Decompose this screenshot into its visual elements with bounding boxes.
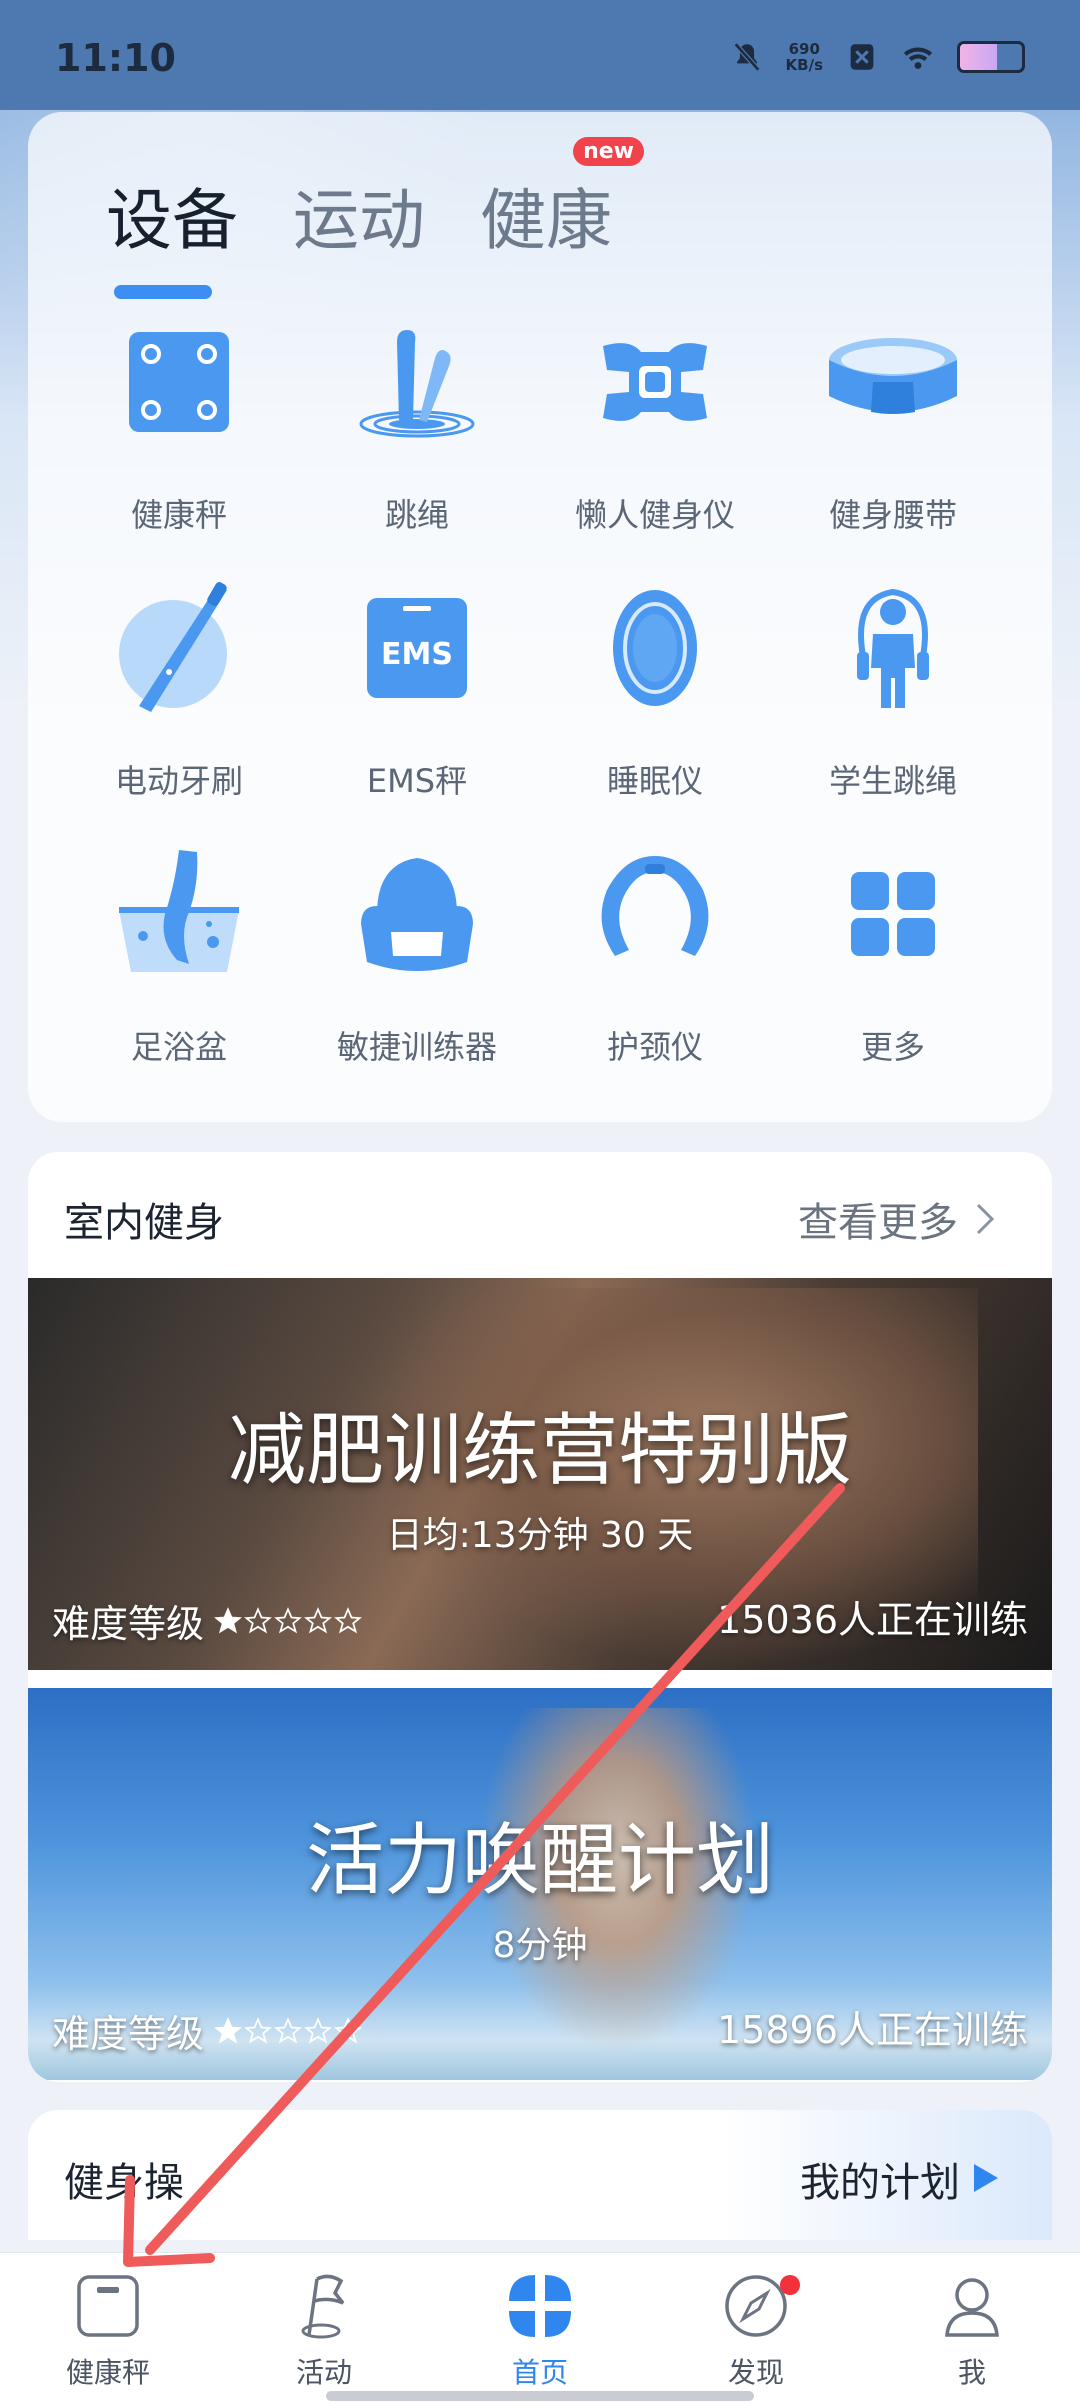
nav-health-scale[interactable]: 健康秤 (28, 2271, 188, 2391)
my-plan-button[interactable]: 我的计划 (722, 2110, 1052, 2240)
program-subtitle: 8分钟 (492, 1925, 588, 1966)
star-empty-icon (274, 1606, 302, 1633)
jump-rope-icon (359, 330, 475, 438)
device-label: 敏捷训练器 (336, 1028, 497, 1066)
category-tabs: 设备 运动 健康 new (106, 137, 644, 299)
foot-bath-icon (119, 850, 239, 972)
status-icons: 690 KB/s (730, 40, 1025, 74)
star-rating (214, 1606, 362, 1635)
mute-bell-icon (733, 42, 760, 72)
device-label: 懒人健身仪 (574, 496, 735, 534)
notification-dot (780, 2275, 800, 2295)
fitness-belt-icon (829, 338, 957, 414)
tab-health[interactable]: 健康 new (480, 137, 644, 263)
star-filled-icon (214, 2016, 242, 2043)
section-title: 室内健身 (64, 1200, 224, 1246)
device-label: 健康秤 (130, 496, 227, 534)
tab-sports[interactable]: 运动 (293, 167, 425, 263)
device-more[interactable]: 更多 (774, 844, 1012, 1110)
home-grid-nav-icon (509, 2275, 571, 2337)
device-agility-trainer[interactable]: 敏捷训练器 (298, 844, 536, 1110)
difficulty-rating: 难度等级 (52, 1593, 362, 1648)
nav-discover[interactable]: 发现 (676, 2271, 836, 2391)
tab-devices[interactable]: 设备 (106, 167, 238, 299)
star-empty-icon (334, 1606, 362, 1633)
device-student-jump-rope[interactable]: 学生跳绳 (774, 578, 1012, 844)
star-rating (214, 2016, 362, 2045)
star-empty-icon (244, 1606, 272, 1633)
star-empty-icon (334, 2016, 362, 2043)
svg-text:EMS: EMS (381, 637, 453, 672)
flag-nav-icon (301, 2274, 345, 2339)
ems-scale-icon: EMS (367, 598, 467, 698)
program-title: 减肥训练营特别版 (227, 1406, 852, 1496)
battery-icon (957, 41, 1025, 73)
home-indicator (326, 2391, 754, 2401)
device-label: 睡眠仪 (606, 762, 703, 800)
device-ems-scale[interactable]: EMS EMS秤 (298, 578, 536, 844)
active-tab-indicator (114, 285, 212, 299)
scale-nav-icon (77, 2275, 139, 2337)
program-title: 活力唤醒计划 (305, 1816, 774, 1906)
chevron-right-icon (976, 1203, 995, 1235)
device-card: 设备 运动 健康 new 健康秤 跳绳 懒人健身仪 健身腰带 电动牙刷 EMS … (28, 112, 1052, 1122)
indoor-fitness-card: 室内健身 查看更多 减肥训练营特别版 日均:13分钟 30 天 难度等级 150… (28, 1152, 1052, 2082)
more-grid-icon (851, 872, 935, 956)
device-label: 跳绳 (384, 496, 449, 534)
device-electric-toothbrush[interactable]: 电动牙刷 (60, 578, 298, 844)
device-label: EMS秤 (366, 762, 468, 800)
device-jump-rope[interactable]: 跳绳 (298, 312, 536, 578)
nav-me[interactable]: 我 (892, 2271, 1052, 2391)
student-jump-rope-icon (857, 588, 929, 708)
difficulty-rating: 难度等级 (52, 2003, 362, 2058)
agility-trainer-icon (361, 858, 473, 971)
status-time: 11:10 (55, 36, 176, 80)
bottom-navigation: 健康秤 活动 首页 发现 我 (0, 2252, 1080, 2408)
star-empty-icon (274, 2016, 302, 2043)
device-neck-massager[interactable]: 护颈仪 (536, 844, 774, 1110)
wifi-icon (903, 47, 933, 69)
device-health-scale[interactable]: 健康秤 (60, 312, 298, 578)
neck-massager-icon (601, 856, 709, 956)
program-card-fat-burn[interactable]: 减肥训练营特别版 日均:13分钟 30 天 难度等级 15036人正在训练 (28, 1278, 1052, 1670)
device-lazy-fitness[interactable]: 懒人健身仪 (536, 312, 774, 578)
star-empty-icon (304, 2016, 332, 2043)
program-subtitle: 日均:13分钟 30 天 (386, 1515, 694, 1556)
star-empty-icon (244, 2016, 272, 2043)
device-label: 更多 (860, 1028, 925, 1066)
participant-count: 15896人正在训练 (717, 2008, 1028, 2052)
my-plan-label: 我的计划 (800, 2160, 960, 2206)
device-label: 护颈仪 (606, 1028, 703, 1066)
new-badge: new (573, 137, 644, 166)
participant-count: 15036人正在训练 (717, 1598, 1028, 1642)
sleep-device-icon (613, 590, 697, 706)
scale-icon (129, 332, 229, 432)
device-foot-bath[interactable]: 足浴盆 (60, 844, 298, 1110)
star-filled-icon (214, 1606, 242, 1633)
section-title: 健身操 (64, 2160, 184, 2206)
no-sim-icon (850, 44, 874, 70)
device-label: 学生跳绳 (828, 762, 957, 800)
profile-nav-icon (945, 2278, 999, 2337)
aerobics-card: 健身操 我的计划 (28, 2110, 1052, 2240)
nav-activity[interactable]: 活动 (244, 2271, 404, 2391)
device-label: 健身腰带 (828, 496, 957, 534)
network-speed: 690 KB/s (785, 40, 823, 74)
star-empty-icon (304, 1606, 332, 1633)
view-more-link[interactable]: 查看更多 (798, 1190, 996, 1248)
device-grid: 健康秤 跳绳 懒人健身仪 健身腰带 电动牙刷 EMS EMS秤 睡眠仪 学生跳绳… (28, 312, 1080, 1110)
device-label: 足浴盆 (130, 1028, 227, 1066)
toothbrush-icon (119, 582, 227, 712)
program-card-energy-wakeup[interactable]: 活力唤醒计划 8分钟 难度等级 15896人正在训练 (28, 1688, 1052, 2080)
status-bar: 11:10 690 KB/s (0, 0, 1080, 110)
device-label: 电动牙刷 (114, 762, 243, 800)
device-sleep-aid[interactable]: 睡眠仪 (536, 578, 774, 844)
device-fitness-belt[interactable]: 健身腰带 (774, 312, 1012, 578)
play-icon (974, 2164, 998, 2192)
nav-home[interactable]: 首页 (460, 2271, 620, 2391)
indoor-fitness-header: 室内健身 查看更多 (28, 1152, 1052, 1280)
ems-pad-icon (603, 343, 707, 421)
